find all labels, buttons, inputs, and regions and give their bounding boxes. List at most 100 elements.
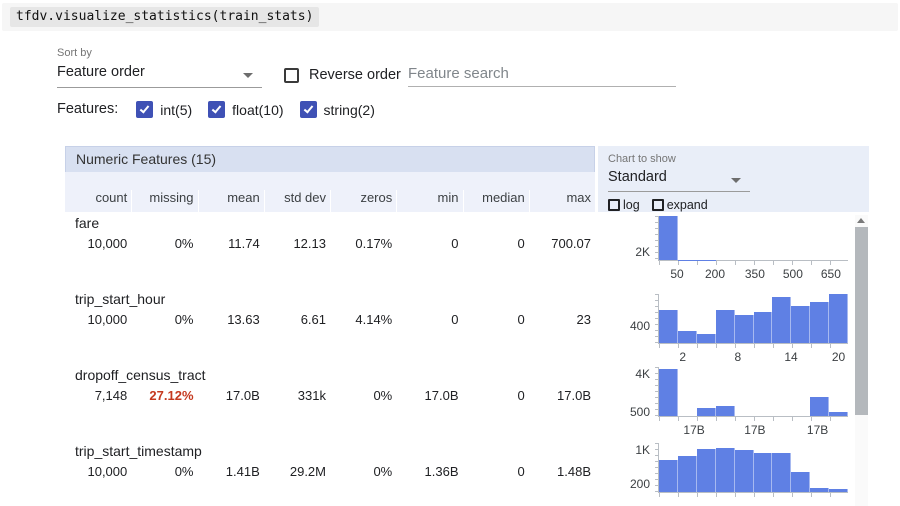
histogram-bar [659,310,678,343]
scrollbar-thumb[interactable] [855,227,868,415]
y-axis-labels: 4K500 [598,367,658,417]
y-tick-label: 4K [635,368,650,380]
histogram-bar [829,412,848,416]
stat-count: 10,000 [65,236,131,251]
stat-std-dev: 12.13 [264,236,330,251]
log-checkbox[interactable] [608,199,620,211]
y-axis-labels: 1K 200 [598,443,658,493]
column-header-min: min [396,190,462,212]
chart-panel: Chart to show Standard log expand 2K 50 2… [598,146,869,506]
histogram-bar [716,406,735,416]
numeric-features-table: Numeric Features (15) countmissingmeanst… [65,146,595,506]
feature-row: trip_start_timestamp10,0000%1.41B29.2M0%… [65,440,595,506]
stat-max: 700.07 [529,236,595,251]
histogram-bar [772,453,791,492]
chart-options: log expand [608,198,869,212]
column-header-median: median [463,190,529,212]
reverse-order-label: Reverse order [309,67,401,83]
histogram-plot [658,216,848,261]
x-tick-label: 200 [705,267,725,281]
histogram-bar [791,306,810,343]
x-axis-labels: 281420 [658,350,848,366]
histogram-trip-start-timestamp: 1K 200 [598,443,848,506]
histogram-bar [697,334,716,343]
feature-name: dropoff_census_tract [65,367,595,388]
feature-type-filter-string[interactable]: string(2) [300,101,375,118]
histogram-bar [791,472,810,492]
chart-panel-header: Chart to show Standard log expand [598,146,869,212]
stat-median: 0 [463,312,529,327]
stat-count: 7,148 [65,388,131,403]
scroll-up-arrow-icon[interactable] [855,215,868,227]
feature-type-filter-float[interactable]: float(10) [208,101,283,118]
y-tick-label: 1K [635,444,650,456]
feature-name: fare [65,215,595,236]
histogram-bar [659,216,678,260]
chart-to-show-label: Chart to show [608,153,869,165]
histogram-bar [716,448,735,492]
x-tick-label: 8 [734,350,741,364]
x-tick-label: 350 [745,267,765,281]
feature-type-label: int(5) [160,102,192,118]
table-title: Numeric Features (15) [65,146,595,172]
stat-missing: 0% [131,312,197,327]
stat-min: 0 [396,236,462,251]
stat-zeros: 0% [330,464,396,479]
stat-max: 1.48B [529,464,595,479]
histogram-bar [829,294,848,343]
expand-checkbox[interactable] [652,199,664,211]
y-tick-label: 2K [635,246,650,258]
stat-zeros: 4.14% [330,312,396,327]
chart-type-dropdown[interactable]: Standard [608,168,750,192]
feature-search-input[interactable] [408,60,676,87]
log-toggle[interactable]: log [608,198,640,212]
vertical-scrollbar[interactable] [855,215,868,506]
y-tick-label: 200 [630,478,650,490]
checked-checkbox[interactable] [136,101,153,118]
feature-row: fare10,0000%11.7412.130.17%00700.07 [65,212,595,288]
expand-toggle[interactable]: expand [652,198,708,212]
checked-checkbox[interactable] [300,101,317,118]
histogram-dropoff-census-tract: 4K500 17B17B17B [598,367,848,439]
y-tick-label: 400 [630,320,650,332]
x-axis-labels [658,499,848,506]
sort-by-dropdown[interactable]: Feature order [57,62,262,88]
stat-mean: 13.63 [198,312,264,327]
y-axis-labels: 2K [598,216,658,261]
histogram-bar [810,488,829,492]
sort-by-label: Sort by [57,47,92,59]
x-tick-label: 17B [744,423,765,437]
histogram-bar [735,315,754,343]
histogram-bar [716,310,735,343]
histogram-bar [697,408,716,416]
stat-count: 10,000 [65,312,131,327]
histogram-bar [678,331,697,343]
x-axis-labels: 17B17B17B [658,423,848,439]
stat-std-dev: 331k [264,388,330,403]
histogram-bar [829,489,848,492]
feature-row: dropoff_census_tract7,14827.12%17.0B331k… [65,364,595,440]
feature-type-label: float(10) [232,102,283,118]
x-tick-label: 50 [670,267,683,281]
chart-type-value: Standard [608,169,667,185]
column-header-count: count [65,190,131,212]
histogram-bar [754,312,773,343]
histogram-bar [659,369,678,416]
histogram-bar [754,453,773,492]
x-tick-label: 20 [832,350,845,364]
stat-median: 0 [463,388,529,403]
stat-min: 0 [396,312,462,327]
feature-type-filter-int[interactable]: int(5) [136,101,192,118]
reverse-order-control[interactable]: Reverse order [284,64,401,86]
notebook-code-cell[interactable]: tfdv.visualize_statistics(train_stats) [2,3,898,31]
reverse-order-checkbox[interactable] [284,68,299,83]
checked-checkbox[interactable] [208,101,225,118]
x-tick-label: 14 [784,350,797,364]
x-tick-label: 500 [783,267,803,281]
histogram-bar [697,449,716,492]
code-text: tfdv.visualize_statistics(train_stats) [10,7,319,27]
table-rows: fare10,0000%11.7412.130.17%00700.07trip_… [65,212,595,506]
histogram-plot [658,367,848,417]
stat-missing: 27.12% [131,388,197,403]
histogram-bar [772,297,791,343]
